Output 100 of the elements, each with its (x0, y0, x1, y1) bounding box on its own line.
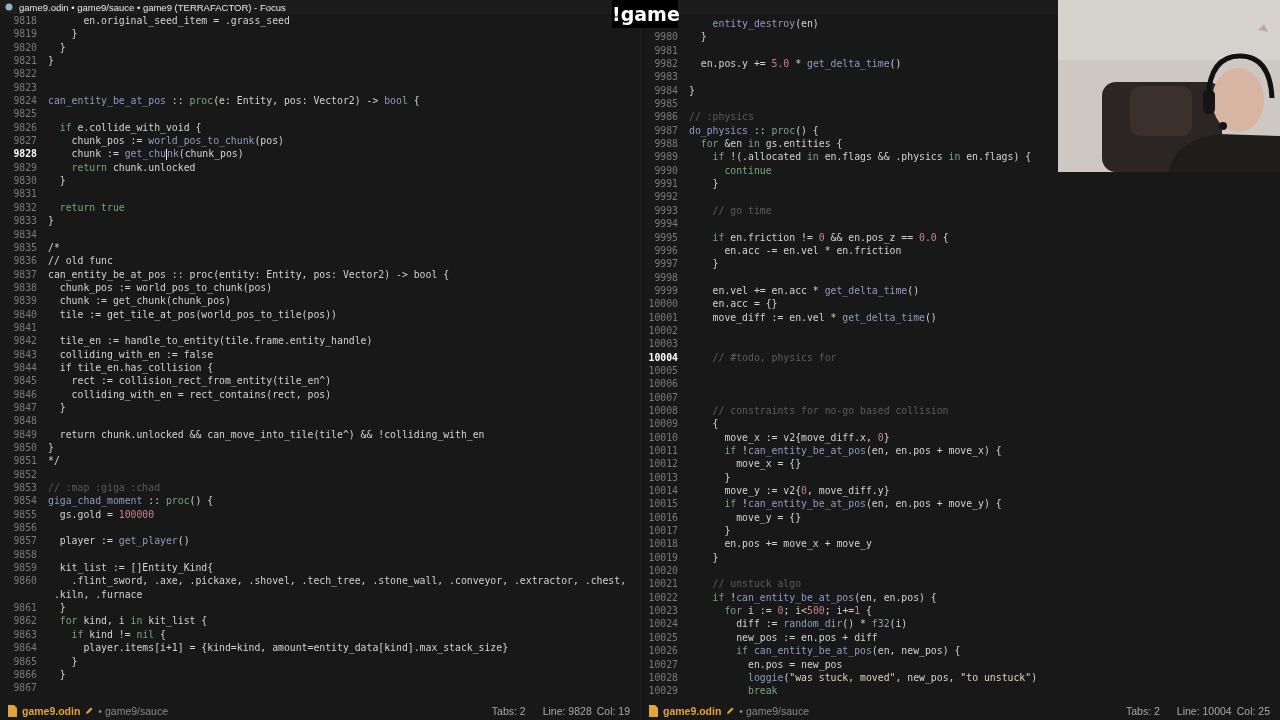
line-number: 9826 (13, 121, 37, 133)
code-line: if can_entity_be_at_pos(en, new_pos) { (735, 644, 961, 658)
code-line: diff := random_dir() * f32(i) (735, 617, 908, 631)
code-line: en.acc -= en.vel * en.friction (723, 244, 902, 258)
code-line: chunk_pos := world_pos_to_chunk(pos) (70, 134, 284, 148)
code-line: } (723, 524, 731, 538)
line-number: 9985 (654, 98, 678, 110)
code-line: if !can_entity_be_at_pos(en, en.pos + move_y) { (723, 497, 1002, 511)
line-number: 10005 (648, 364, 678, 376)
line-number: 10028 (648, 671, 678, 683)
code-line: move_y := v2{0, move_diff.y} (723, 484, 890, 498)
code-line: gs.gold = 100000 (58, 507, 155, 522)
line-number: 9989 (654, 151, 678, 163)
code-line: } (58, 40, 66, 55)
line-number: 10018 (648, 538, 678, 550)
line-number: 9857 (13, 535, 37, 547)
line-number: 9842 (13, 335, 37, 347)
line-number: 9867 (13, 682, 37, 694)
line-number: 9865 (13, 655, 37, 667)
line-number: 9829 (13, 161, 37, 173)
file-path: • game9/sauce (98, 705, 168, 717)
line-number: 10017 (648, 525, 678, 537)
line-number: 9988 (654, 138, 678, 150)
line-number: 9835 (13, 241, 37, 253)
code-line: move_diff := en.vel * get_delta_time() (711, 310, 937, 324)
file-icon (649, 705, 658, 717)
code-line: en.original_seed_item = .grass_seed (82, 14, 290, 28)
code-line: .flint_sword, .axe, .pickaxe, .shovel, .tech_tree, .stone_wall, .conveyor, .extractor, .chest, (70, 574, 627, 588)
code-line: if !(.allocated in en.flags && .physics in en.flags) { (711, 150, 1032, 164)
line-number: 10021 (648, 578, 678, 590)
cursor-line: Line: 9828 (542, 705, 592, 717)
code-line: player.items[i+1] = {kind=kind, amount=entity_data[kind].max_stack_size} (82, 641, 509, 655)
line-number: 9821 (13, 55, 37, 67)
line-number: 9858 (13, 548, 37, 560)
cursor-column: Col: 25 (1236, 705, 1270, 717)
pencil-icon (726, 707, 735, 715)
line-number: 10019 (648, 551, 678, 563)
code-line: return true (58, 200, 125, 215)
code-line: move_x := v2{move_diff.x, 0} (723, 430, 890, 444)
line-number: 9836 (13, 255, 37, 267)
code-line: } (711, 177, 719, 191)
code-line: } (48, 214, 54, 228)
line-number: 9992 (654, 191, 678, 203)
code-line: */ (48, 454, 60, 468)
line-number: 9832 (13, 201, 37, 213)
code-line: do_physics :: proc() { (689, 123, 819, 138)
line-number: 9843 (13, 348, 37, 360)
code-line: } (58, 667, 66, 682)
line-number: 9990 (654, 164, 678, 176)
line-number: 10002 (648, 324, 678, 336)
line-number: 9864 (13, 642, 37, 654)
code-line: rect := collision_rect_from_entity(tile_en^) (70, 374, 332, 388)
line-number: 9820 (13, 41, 37, 53)
line-number: 9830 (13, 175, 37, 187)
code-line: continue (723, 163, 772, 178)
tab-size[interactable]: Tabs: 2 (1125, 705, 1160, 717)
line-number: 9853 (13, 482, 37, 494)
code-line: loggie("was stuck, moved", new_pos, "to unstuck") (746, 671, 1038, 685)
code-line: en.pos += move_x + move_y (723, 537, 872, 551)
window-title: game9.odin • game9/sauce • game9 (TERRAFACTOR) - Focus (19, 1, 286, 13)
code-line: // :map :giga :chad (48, 481, 161, 495)
line-number: 10013 (648, 471, 678, 483)
line-number: 10020 (648, 565, 678, 577)
code-line: kit_list := []Entity_Kind{ (58, 561, 214, 575)
code-line: move_x = {} (735, 457, 802, 471)
line-number: 9824 (13, 95, 37, 107)
cursor-line: Line: 10004 (1176, 705, 1232, 717)
code-line: if kind != nil { (70, 627, 166, 642)
code-line: entity_destroy(en) (711, 17, 819, 31)
line-number: 9856 (13, 522, 37, 534)
line-number: 9834 (13, 228, 37, 240)
line-number: 10014 (648, 485, 678, 497)
line-number: 10009 (648, 418, 678, 430)
code-line: chunk := get_chu nk(chunk_pos) (70, 147, 244, 161)
tab-size[interactable]: Tabs: 2 (491, 705, 526, 717)
code-line: colliding_with_en := false (58, 347, 214, 361)
code-line: break (746, 684, 778, 698)
code-line: if !can_entity_be_at_pos(en, en.pos) { (711, 590, 937, 605)
file-name[interactable]: game9.odin (663, 705, 722, 717)
code-line: .kiln, .furnace (52, 587, 143, 602)
file-name[interactable]: game9.odin (22, 705, 81, 717)
code-line: } (48, 54, 54, 68)
line-number: 10012 (648, 458, 678, 470)
line-number: 9831 (13, 188, 37, 200)
line-number: 10001 (648, 311, 678, 323)
code-line: player := get_player() (58, 534, 190, 548)
line-number: 10006 (648, 378, 678, 390)
code-line: return chunk.unlocked (70, 160, 196, 175)
line-number: 10000 (648, 298, 678, 310)
file-path: • game9/sauce (739, 705, 809, 717)
code-line: tile_en := handle_to_entity(tile.frame.entity_handle) (58, 334, 373, 348)
cursor-column: Col: 19 (596, 705, 630, 717)
code-line: } (48, 441, 54, 455)
line-number: 9861 (13, 602, 37, 614)
line-number: 10004 (648, 351, 678, 363)
line-number: 9994 (654, 218, 678, 230)
code-line: colliding_with_en = rect_contains(rect, pos) (70, 387, 332, 401)
line-number: 9845 (13, 375, 37, 387)
line-number: 9860 (13, 575, 37, 587)
code-line: if en.friction != 0 && en.pos_z == 0.0 { (711, 230, 949, 244)
